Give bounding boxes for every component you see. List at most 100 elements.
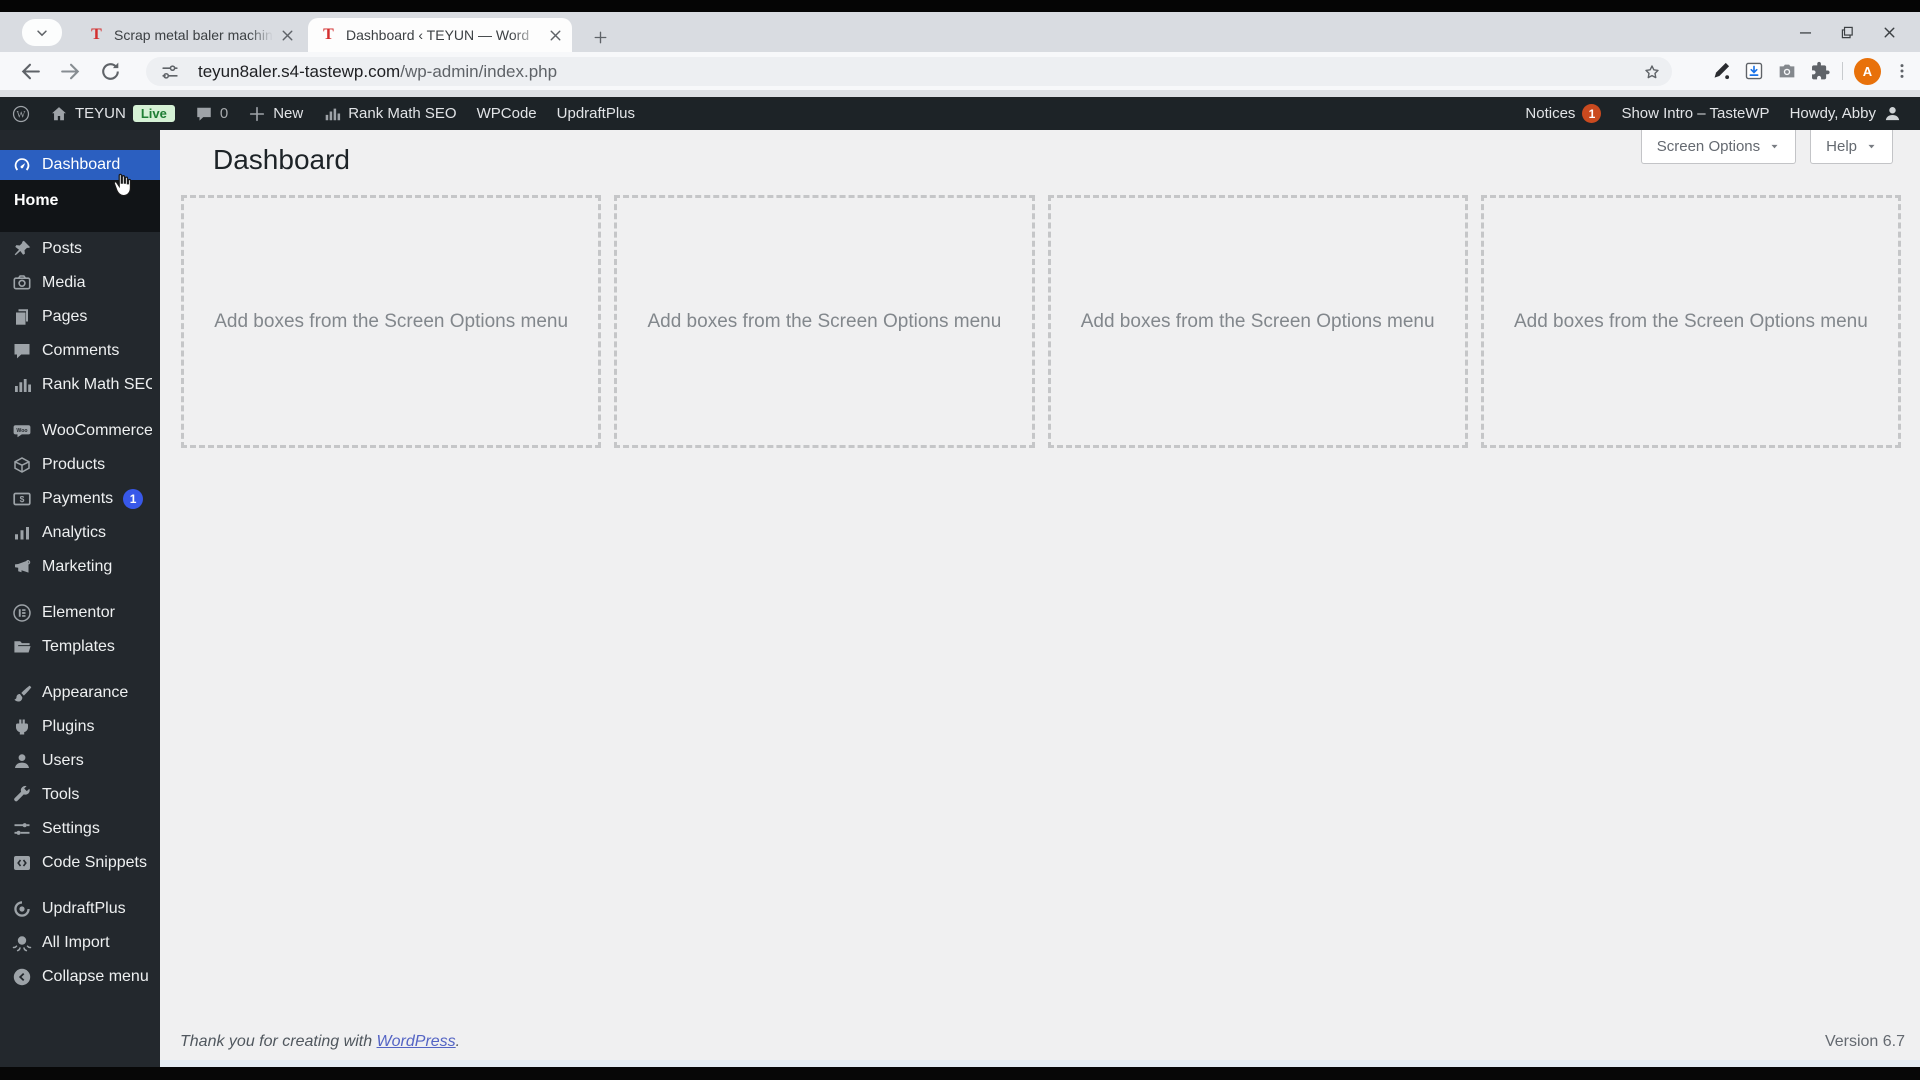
tab-close-button[interactable]	[547, 27, 564, 44]
sidebar-item-settings[interactable]: Settings	[0, 812, 160, 846]
url-path: /wp-admin/index.php	[400, 61, 558, 81]
placeholder-box-text: Add boxes from the Screen Options menu	[214, 310, 569, 332]
elementor-icon	[12, 603, 32, 623]
wordpress-logo-icon: W	[12, 105, 30, 123]
adminbar-item-notices[interactable]: Notices 1	[1515, 97, 1611, 130]
sidebar-item-elementor[interactable]: Elementor	[0, 596, 160, 630]
sidebar-item-label: UpdraftPlus	[42, 900, 126, 917]
forward-button[interactable]	[58, 59, 83, 84]
footer-suffix: .	[455, 1033, 461, 1050]
updraftplus-icon	[12, 899, 32, 919]
sidebar-item-label: Code Snippets	[42, 854, 147, 871]
sidebar-item-label: Users	[42, 752, 84, 769]
screen: T Scrap metal baler machine,S T Dashboard ‹…	[0, 0, 1920, 1080]
sidebar-subitem-home[interactable]: Home	[0, 188, 160, 214]
user-icon	[1883, 104, 1902, 123]
browser-tab-scrap-metal-baler-ma[interactable]: T Scrap metal baler machine,S	[76, 18, 304, 52]
tab-close-button[interactable]	[279, 27, 296, 44]
sidebar-item-comments[interactable]: Comments	[0, 334, 160, 368]
adminbar-item-wp-logo[interactable]: W	[2, 97, 40, 130]
reload-button[interactable]	[98, 59, 123, 84]
sidebar-item-collapse-menu[interactable]: Collapse menu	[0, 960, 160, 994]
wordpress-link[interactable]: WordPress	[377, 1033, 456, 1050]
sidebar-item-dashboard[interactable]: Dashboard	[0, 150, 168, 180]
tab-search-button[interactable]	[22, 19, 62, 46]
sidebar-item-label: WooCommerce	[42, 422, 152, 439]
browser-menu-icon[interactable]	[1892, 61, 1912, 81]
sidebar-item-label: All Import	[42, 934, 110, 951]
sidebar-item-label: Appearance	[42, 684, 129, 701]
woocommerce-icon: Woo	[12, 421, 32, 441]
dashboard-widgets-area: Add boxes from the Screen Options menu Ad…	[181, 195, 1901, 448]
plus-icon	[248, 105, 266, 123]
screen-options-label: Screen Options	[1656, 138, 1761, 155]
content-bottom-strip	[160, 1060, 1920, 1067]
download-extension-icon[interactable]	[1743, 60, 1765, 82]
site-info-icon[interactable]	[160, 62, 180, 82]
sidebar-item-media[interactable]: Media	[0, 266, 160, 300]
sidebar-item-rank-math-seo[interactable]: Rank Math SEO	[0, 368, 160, 402]
adminbar-item-wpcode[interactable]: WPCode	[467, 97, 547, 130]
sidebar-item-updraftplus[interactable]: UpdraftPlus	[0, 892, 160, 926]
adminbar-item-updraftplus[interactable]: UpdraftPlus	[547, 97, 645, 130]
submenu-item-label: Home	[14, 192, 59, 209]
wp-admin-sidebar: Dashboard Home Posts Media Pages Comments Rank…	[0, 130, 168, 1067]
sidebar-item-code-snippets[interactable]: Code Snippets	[0, 846, 160, 880]
adminbar-item-comments[interactable]: 0	[185, 97, 238, 130]
chart-icon	[323, 105, 341, 123]
sidebar-item-plugins[interactable]: Plugins	[0, 710, 160, 744]
sidebar-item-appearance[interactable]: Appearance	[0, 676, 160, 710]
templates-icon	[12, 637, 32, 657]
sidebar-item-label: Pages	[42, 308, 88, 325]
mouse-cursor	[110, 172, 136, 200]
payments-icon: $	[12, 489, 32, 509]
sidebar-item-templates[interactable]: Templates	[0, 630, 160, 664]
window-close-button[interactable]	[1868, 16, 1910, 48]
window-restore-button[interactable]	[1826, 16, 1868, 48]
minimize-icon	[1797, 24, 1814, 41]
sidebar-item-analytics[interactable]: Analytics	[0, 516, 160, 550]
sidebar-item-posts[interactable]: Posts	[0, 232, 160, 266]
adminbar-item-rank-math-seo[interactable]: Rank Math SEO	[313, 97, 466, 130]
sidebar-item-label: Marketing	[42, 558, 113, 575]
url-domain: teyun8aler.s4-tastewp.com	[198, 61, 401, 81]
toolbar-extensions-area: A	[1710, 56, 1912, 86]
back-button[interactable]	[18, 59, 43, 84]
svg-text:$: $	[20, 494, 25, 504]
sidebar-item-products[interactable]: Products	[0, 448, 160, 482]
address-bar[interactable]: teyun8aler.s4-tastewp.com/wp-admin/index…	[146, 57, 1672, 86]
dashboard-icon	[12, 155, 32, 175]
browser-tab-dashboard-teyun-word[interactable]: T Dashboard ‹ TEYUN — Word	[308, 18, 572, 52]
profile-avatar[interactable]: A	[1854, 57, 1881, 85]
help-button[interactable]: Help	[1810, 130, 1893, 164]
svg-text:W: W	[17, 110, 26, 120]
window-minimize-button[interactable]	[1784, 16, 1826, 48]
dashboard-placeholder-box: Add boxes from the Screen Options menu	[1047, 195, 1468, 448]
sidebar-item-tools[interactable]: Tools	[0, 778, 160, 812]
bookmark-star-icon[interactable]	[1642, 62, 1662, 82]
adminbar-item-new-content[interactable]: New	[238, 97, 313, 130]
sidebar-item-marketing[interactable]: Marketing	[0, 550, 160, 584]
sidebar-item-woocommerce[interactable]: Woo WooCommerce	[0, 414, 160, 448]
sidebar-item-all-import[interactable]: All Import	[0, 926, 160, 960]
sidebar-item-payments[interactable]: $ Payments 1	[0, 482, 160, 516]
url-text: teyun8aler.s4-tastewp.com/wp-admin/index…	[198, 62, 557, 82]
sidebar-item-label: Payments	[42, 490, 114, 507]
adminbar-item-site-name[interactable]: TEYUN Live	[40, 97, 185, 130]
sidebar-item-users[interactable]: Users	[0, 744, 160, 778]
adminbar-item-show-intro-tastewp[interactable]: Show Intro – TasteWP	[1611, 97, 1779, 130]
sidebar-item-pages[interactable]: Pages	[0, 300, 160, 334]
products-icon	[12, 455, 32, 475]
new-tab-button[interactable]	[586, 23, 614, 51]
screen-options-button[interactable]: Screen Options	[1640, 130, 1797, 164]
camera-extension-icon[interactable]	[1776, 60, 1798, 82]
extensions-puzzle-icon[interactable]	[1809, 60, 1831, 82]
chrome-bottom-edge	[0, 90, 1920, 97]
sidebar-item-label: Comments	[42, 342, 120, 359]
pen-extension-icon[interactable]	[1710, 60, 1732, 82]
browser-toolbar: teyun8aler.s4-tastewp.com/wp-admin/index…	[0, 52, 1920, 90]
footer-thanks-text: Thank you for creating with	[180, 1033, 377, 1050]
adminbar-item-howdy-account[interactable]: Howdy, Abby	[1780, 97, 1912, 130]
restore-icon	[1839, 24, 1856, 41]
adminbar-item-label: UpdraftPlus	[556, 105, 636, 122]
